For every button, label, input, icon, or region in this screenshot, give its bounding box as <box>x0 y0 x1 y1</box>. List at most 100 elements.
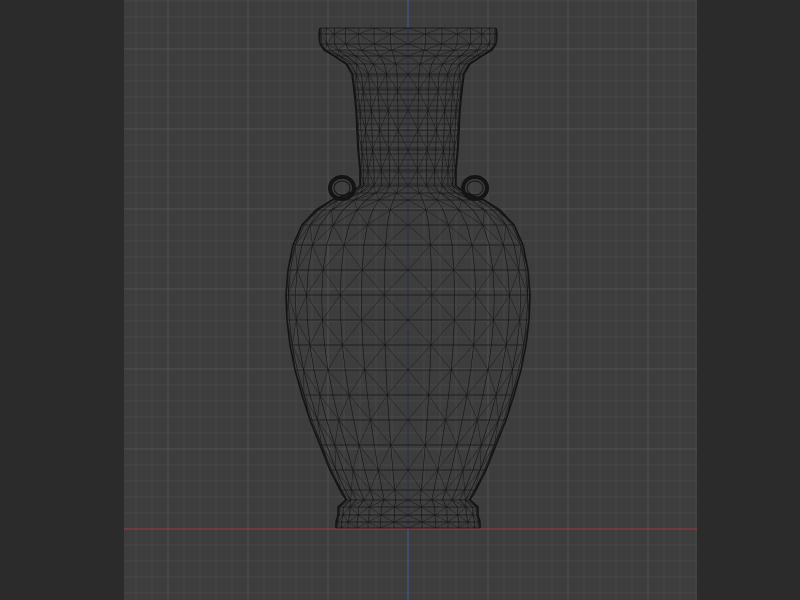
mesh-diagonal <box>306 269 324 296</box>
mesh-diagonal <box>319 369 329 396</box>
mesh-diagonal <box>407 506 422 516</box>
mesh-diagonal <box>348 369 365 396</box>
mesh-diagonal <box>337 521 342 529</box>
mesh-diagonal <box>482 209 485 226</box>
mesh-diagonal <box>407 129 419 151</box>
mesh-diagonal <box>430 344 452 371</box>
3d-viewport[interactable] <box>124 0 697 600</box>
mesh-diagonal <box>474 469 487 491</box>
mesh-diagonal <box>342 344 365 371</box>
mesh-diagonal <box>454 294 476 321</box>
mesh-diagonal <box>361 129 366 151</box>
mesh-diagonal <box>396 192 409 201</box>
mesh-diagonal <box>474 521 479 529</box>
mesh-diagonal <box>495 394 499 421</box>
mesh-diagonal <box>519 294 528 321</box>
mesh-diagonal <box>445 489 452 501</box>
mesh-diagonal <box>421 499 432 508</box>
mesh-diagonal <box>384 499 395 508</box>
mesh-diagonal <box>374 33 391 45</box>
mesh-diagonal <box>394 489 409 501</box>
mesh-diagonal <box>431 269 455 296</box>
mesh-diagonal <box>368 506 382 516</box>
mesh-meridian <box>306 27 369 528</box>
mesh-diagonal <box>473 319 494 346</box>
mesh-diagonal <box>390 33 409 45</box>
mesh-diagonal <box>421 489 432 501</box>
mesh-diagonal <box>442 55 461 65</box>
mesh-diagonal <box>331 209 334 226</box>
mesh-diagonal <box>317 394 321 421</box>
mesh-diagonal <box>364 344 386 371</box>
mesh-diagonal <box>306 294 323 321</box>
mesh-diagonal <box>443 129 451 151</box>
mesh-meridian <box>452 27 522 528</box>
mesh-diagonal <box>407 55 421 65</box>
mesh-diagonal <box>424 49 437 57</box>
mesh-diagonal <box>407 33 426 45</box>
mesh-diagonal <box>493 294 510 321</box>
mesh-diagonal <box>407 369 429 396</box>
mesh-diagonal <box>356 209 368 226</box>
mesh-diagonal <box>437 469 447 491</box>
mesh-diagonal <box>454 319 474 346</box>
mesh-diagonal <box>448 224 473 246</box>
mesh-diagonal <box>407 521 423 529</box>
mesh-diagonal <box>472 506 477 516</box>
mesh-diagonal <box>509 294 521 321</box>
mesh-diagonal <box>475 294 494 321</box>
mesh-diagonal <box>394 469 409 491</box>
mesh-diagonal <box>447 521 460 529</box>
mesh-diagonal <box>385 224 409 246</box>
mesh-diagonal <box>407 192 420 201</box>
mesh-diagonal <box>364 499 370 508</box>
left-panel <box>0 0 124 600</box>
mesh-diagonal <box>295 294 307 321</box>
viewport-canvas[interactable] <box>124 0 697 600</box>
mesh-diagonal <box>407 394 429 421</box>
mesh-diagonal <box>389 185 397 194</box>
mesh-diagonal <box>487 369 497 396</box>
mesh-diagonal <box>343 224 368 246</box>
mesh-diagonal <box>327 344 343 371</box>
mesh-diagonal <box>451 369 468 396</box>
mesh-diagonal <box>430 319 455 346</box>
mesh-diagonal <box>389 209 409 226</box>
mesh-diagonal <box>288 294 297 321</box>
mesh-diagonal <box>393 514 409 523</box>
mesh-diagonal <box>394 499 409 508</box>
mesh-diagonal <box>436 55 443 65</box>
mesh-diagonal <box>332 224 345 246</box>
mesh-diagonal <box>349 499 365 508</box>
mesh-diagonal <box>435 521 449 529</box>
mesh-diagonal <box>509 269 520 296</box>
mesh-diagonal <box>395 55 409 65</box>
mesh-diagonal <box>361 319 386 346</box>
vase-wireframe[interactable] <box>285 27 531 529</box>
mesh-diagonal <box>379 129 390 151</box>
mesh-diagonal <box>407 499 422 508</box>
mesh-diagonal <box>342 319 362 346</box>
mesh-meridian <box>454 27 529 528</box>
mesh-diagonal <box>407 224 431 246</box>
mesh-diagonal <box>351 469 354 491</box>
mesh-diagonal <box>350 489 352 501</box>
mesh-diagonal <box>431 294 455 321</box>
mesh-diagonal <box>379 49 392 57</box>
mesh-meridian <box>426 27 456 528</box>
mesh-diagonal <box>303 394 311 421</box>
mesh-diagonal <box>384 489 395 501</box>
mesh-diagonal <box>462 469 465 491</box>
mesh-diagonal <box>356 521 369 529</box>
mesh-diagonal <box>425 209 449 226</box>
mesh-diagonal <box>341 521 349 529</box>
mesh-diagonal <box>370 394 388 421</box>
mesh-diagonal <box>349 506 359 516</box>
mesh-diagonal <box>467 521 475 529</box>
mesh-diagonal <box>361 269 385 296</box>
mesh-diagonal <box>457 506 467 516</box>
vase-mesh-edges <box>285 27 531 529</box>
mesh-diagonal <box>296 269 307 296</box>
mesh-diagonal <box>391 49 409 57</box>
mesh-diagonal <box>394 506 409 516</box>
